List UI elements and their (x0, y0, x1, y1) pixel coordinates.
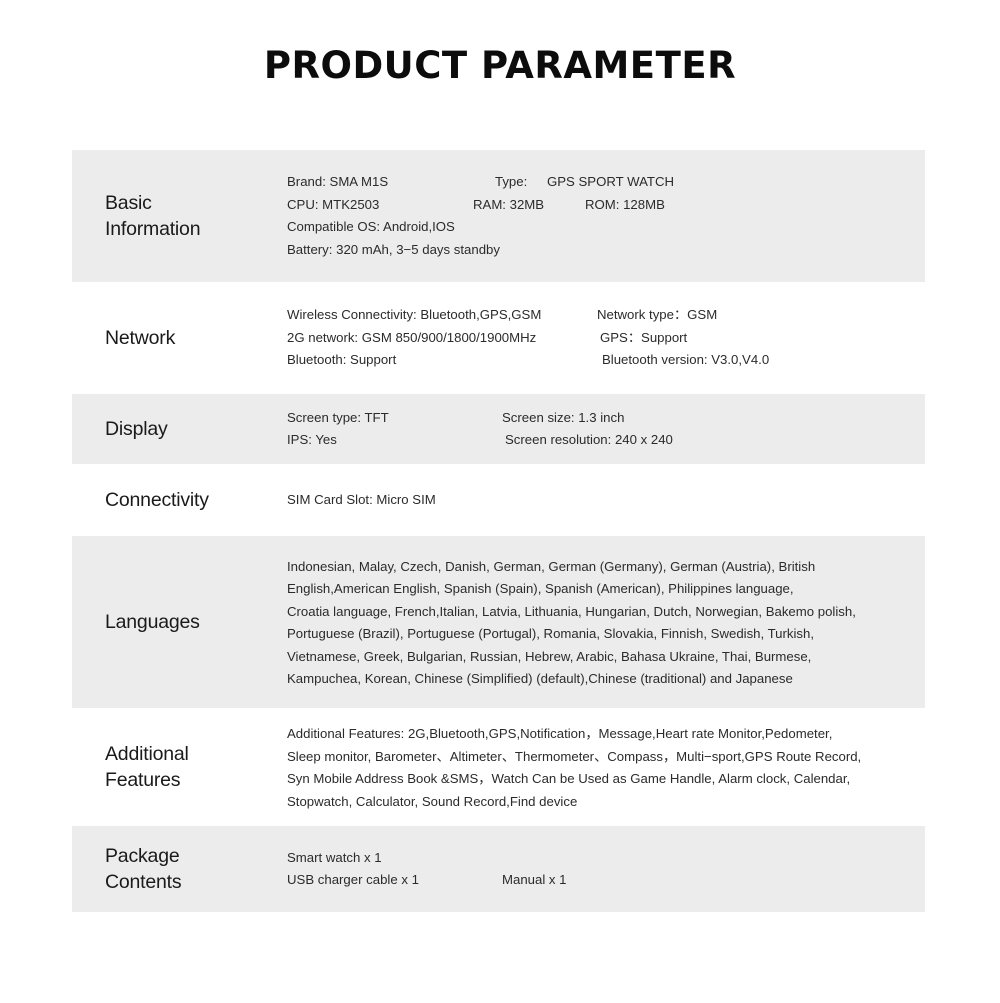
spec-row-package-contents: Package Contents Smart watch x 1 USB charge… (72, 826, 925, 912)
specification-table: Basic Information Brand: SMA M1S Type: GPS S… (72, 150, 925, 912)
page-title: PRODUCT PARAMETER (263, 44, 737, 87)
spec-value-display: Screen type: TFT Screen size: 1.3 inch IPS… (287, 407, 925, 452)
spec-value-line: Bluetooth: Support Bluetooth version: V3.… (287, 349, 925, 372)
spec-label-line: Additional (105, 743, 189, 765)
spec-value-segment: Network type：GSM (597, 307, 718, 323)
spec-value-line: Portuguese (Brazil), Portuguese (Portuga… (287, 622, 925, 645)
spec-value-network: Wireless Connectivity: Bluetooth,GPS,GSM… (287, 304, 925, 372)
spec-value-segment: IPS: Yes (287, 432, 337, 447)
spec-value-line: 2G network: GSM 850/900/1800/1900MHz GPS：… (287, 327, 925, 350)
spec-row-display: Display Screen type: TFT Screen size: 1.3 … (72, 394, 925, 464)
spec-label-package-contents: Package Contents (72, 843, 287, 895)
spec-value-segment: Screen resolution: 240 x 240 (505, 432, 673, 447)
spec-value-line: Sleep monitor, Barometer、Altimeter、Therm… (287, 745, 925, 768)
spec-value-line: Stopwatch, Calculator, Sound Record,Find… (287, 790, 925, 813)
spec-row-network: Network Wireless Connectivity: Bluetooth,… (72, 282, 925, 394)
spec-value-package-contents: Smart watch x 1 USB charger cable x 1 Manu… (287, 847, 925, 892)
spec-value-segment: GPS SPORT WATCH (547, 174, 675, 189)
spec-label-line: Information (105, 218, 201, 240)
spec-value-languages: Indonesian, Malay, Czech, Danish, German… (287, 555, 925, 690)
spec-label-line: Features (105, 769, 181, 791)
spec-value-segment: Indonesian, Malay, Czech, Danish, German… (287, 558, 816, 574)
spec-value-segment: Manual x 1 (502, 872, 567, 887)
spec-label-languages: Languages (72, 609, 287, 635)
spec-row-basic-information: Basic Information Brand: SMA M1S Type: GPS S… (72, 150, 925, 282)
spec-value-line: CPU: MTK2503 RAM: 32MB ROM: 128MB (287, 194, 925, 217)
spec-label-line: Contents (105, 871, 182, 893)
spec-value-segment: Bluetooth version: V3.0,V4.0 (602, 352, 770, 368)
spec-label-network: Network (72, 325, 287, 351)
spec-value-segment: Sleep monitor, Barometer、Altimeter、Therm… (287, 748, 862, 764)
spec-value-line: Wireless Connectivity: Bluetooth,GPS,GSM… (287, 304, 925, 327)
spec-label-line: Languages (105, 611, 200, 633)
spec-row-connectivity: Connectivity SIM Card Slot: Micro SIM (72, 464, 925, 536)
spec-value-line: Kampuchea, Korean, Chinese (Simplified) … (287, 667, 925, 690)
spec-value-line: Screen type: TFT Screen size: 1.3 inch (287, 407, 925, 430)
spec-value-basic-information: Brand: SMA M1S Type: GPS SPORT WATCH CPU: M… (287, 171, 925, 261)
spec-label-display: Display (72, 416, 287, 442)
spec-value-line: English,American English, Spanish (Spain… (287, 577, 925, 600)
spec-value-line: Indonesian, Malay, Czech, Danish, German… (287, 555, 925, 578)
spec-label-line: Package (105, 845, 180, 867)
spec-value-segment: English,American English, Spanish (Spain… (287, 581, 794, 596)
spec-label-additional-features: Additional Features (72, 741, 287, 793)
spec-value-segment: GPS：Support (600, 329, 688, 345)
spec-value-connectivity: SIM Card Slot: Micro SIM (287, 489, 925, 512)
spec-value-line: Compatible OS: Android,IOS (287, 216, 925, 239)
spec-label-line: Basic (105, 192, 152, 214)
spec-value-segment: Bluetooth: Support (287, 352, 397, 368)
spec-value-line: Additional Features: 2G,Bluetooth,GPS,No… (287, 722, 925, 745)
spec-label-connectivity: Connectivity (72, 487, 287, 513)
spec-row-additional-features: Additional Features Additional Features: 2… (72, 708, 925, 826)
spec-value-line: Vietnamese, Greek, Bulgarian, Russian, H… (287, 645, 925, 668)
spec-value-line: IPS: Yes Screen resolution: 240 x 240 (287, 429, 925, 452)
spec-value-line: Brand: SMA M1S Type: GPS SPORT WATCH (287, 171, 925, 194)
spec-value-segment: Syn Mobile Address Book &SMS，Watch Can b… (287, 771, 851, 786)
product-parameter-page: PRODUCT PARAMETER Basic Information Brand:… (0, 0, 1000, 1003)
spec-value-segment: Battery: 320 mAh, 3−5 days standby (287, 241, 500, 257)
spec-value-line: Croatia language, French,Italian, Latvia… (287, 600, 925, 623)
spec-value-line: Syn Mobile Address Book &SMS，Watch Can b… (287, 767, 925, 790)
spec-value-segment: Wireless Connectivity: Bluetooth,GPS,GSM (287, 307, 542, 323)
spec-value-segment: Kampuchea, Korean, Chinese (Simplified) … (287, 671, 793, 686)
spec-label-line: Display (105, 418, 168, 440)
spec-value-segment: Portuguese (Brazil), Portuguese (Portuga… (287, 626, 815, 641)
spec-value-segment: Compatible OS: Android,IOS (287, 219, 455, 234)
spec-label-basic-information: Basic Information (72, 190, 287, 242)
spec-value-segment: 2G network: GSM 850/900/1800/1900MHz (287, 329, 537, 345)
spec-label-line: Network (105, 327, 176, 349)
spec-row-languages: Languages Indonesian, Malay, Czech, Danis… (72, 536, 925, 708)
spec-value-line: Battery: 320 mAh, 3−5 days standby (287, 239, 925, 262)
spec-value-segment: Croatia language, French,Italian, Latvia… (287, 603, 856, 619)
spec-value-segment: Vietnamese, Greek, Bulgarian, Russian, H… (287, 648, 812, 664)
spec-value-line: Smart watch x 1 (287, 847, 925, 870)
spec-value-segment: Screen type: TFT (287, 409, 389, 425)
spec-value-segment: CPU: MTK2503 (287, 196, 380, 212)
spec-value-segment: Additional Features: 2G,Bluetooth,GPS,No… (287, 726, 833, 741)
spec-value-segment: Type: (495, 174, 528, 189)
spec-value-segment: RAM: 32MB (473, 196, 545, 212)
spec-value-segment: SIM Card Slot: Micro SIM (287, 491, 436, 507)
spec-value-segment: ROM: 128MB (585, 196, 665, 212)
spec-value-segment: Brand: SMA M1S (287, 174, 389, 189)
spec-value-segment: Screen size: 1.3 inch (502, 409, 625, 425)
spec-value-segment: Smart watch x 1 (287, 849, 382, 865)
spec-label-line: Connectivity (105, 489, 209, 511)
spec-value-line: USB charger cable x 1 Manual x 1 (287, 869, 925, 892)
spec-value-additional-features: Additional Features: 2G,Bluetooth,GPS,No… (287, 722, 925, 812)
spec-value-line: SIM Card Slot: Micro SIM (287, 489, 925, 512)
spec-value-segment: USB charger cable x 1 (287, 872, 419, 887)
spec-value-segment: Stopwatch, Calculator, Sound Record,Find… (287, 793, 578, 809)
